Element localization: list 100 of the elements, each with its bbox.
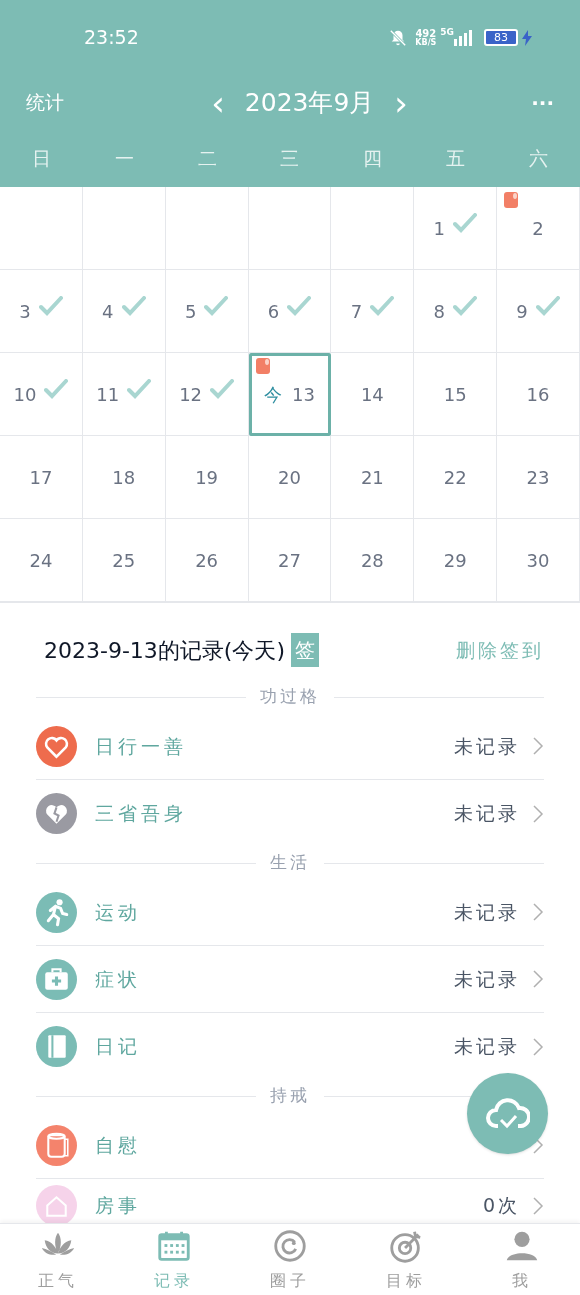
calendar-day[interactable]: 30 xyxy=(497,519,580,602)
row-value: 未记录 xyxy=(454,966,520,992)
battery-indicator: 83 xyxy=(484,29,518,46)
calendar-day[interactable]: 今 13 xyxy=(248,353,332,436)
calendar-day[interactable]: 23 xyxy=(497,436,580,519)
chevron-right-icon xyxy=(532,902,544,922)
calendar-day[interactable]: 17 xyxy=(0,436,83,519)
chevron-right-icon xyxy=(532,1036,544,1057)
day-number: 3 xyxy=(19,299,31,324)
weekday-label: 二 xyxy=(196,146,218,172)
network-type: 5G xyxy=(440,26,454,39)
calendar-day[interactable]: 28 xyxy=(331,519,415,602)
check-icon xyxy=(44,379,69,399)
chevron-right-icon xyxy=(532,969,544,989)
calendar-day[interactable]: 20 xyxy=(248,436,332,519)
check-icon xyxy=(452,213,477,233)
day-number: 29 xyxy=(443,548,467,573)
calendar-day[interactable]: 29 xyxy=(414,519,498,602)
nav-tab[interactable]: 目标 xyxy=(348,1224,464,1295)
calendar-day[interactable]: 18 xyxy=(82,436,166,519)
network-speed: 492 xyxy=(415,28,437,39)
month-title: 2023年9月 xyxy=(244,86,375,119)
row-value: 未记录 xyxy=(454,801,520,827)
calendar-day[interactable]: 19 xyxy=(165,436,249,519)
calendar-day[interactable]: 8 xyxy=(414,270,498,353)
day-number: 23 xyxy=(526,465,550,490)
day-number: 25 xyxy=(112,548,136,573)
calendar-day[interactable]: 10 xyxy=(0,353,83,436)
calendar-day[interactable]: 1 xyxy=(414,187,498,270)
day-number: 28 xyxy=(360,548,384,573)
calendar-day[interactable]: 25 xyxy=(82,519,166,602)
calendar-day[interactable]: 27 xyxy=(248,519,332,602)
weekday-label: 日 xyxy=(30,146,52,172)
calendar-day[interactable]: 2 xyxy=(497,187,580,270)
check-icon xyxy=(127,379,152,399)
row-label: 日记 xyxy=(95,1034,141,1060)
check-icon xyxy=(204,296,229,316)
row-value: 未记录 xyxy=(454,733,520,759)
day-number: 19 xyxy=(195,465,219,490)
row-value: 未记录 xyxy=(454,1034,520,1060)
calendar-day[interactable]: 6 xyxy=(248,270,332,353)
calendar-day[interactable]: 5 xyxy=(165,270,249,353)
row-label: 三省吾身 xyxy=(95,801,187,827)
row-label: 自慰 xyxy=(95,1132,141,1158)
section-title: 功过格 xyxy=(260,685,320,709)
check-icon xyxy=(287,296,312,316)
day-number: 17 xyxy=(29,465,53,490)
chevron-right-icon xyxy=(532,1195,544,1216)
chevron-right-icon xyxy=(532,803,544,824)
nav-tab[interactable]: 我 xyxy=(464,1224,580,1295)
day-number: 9 xyxy=(516,299,528,324)
row-label: 症状 xyxy=(95,966,141,992)
check-icon xyxy=(38,296,63,316)
day-number: 11 xyxy=(96,382,120,407)
section-title: 持戒 xyxy=(270,1084,310,1108)
day-number: 2 xyxy=(532,216,544,241)
weekday-label: 六 xyxy=(528,146,550,172)
row-value: 0次 xyxy=(482,1193,520,1219)
day-number: 15 xyxy=(443,382,467,407)
weekday-label: 五 xyxy=(445,146,467,172)
day-number: 22 xyxy=(443,465,467,490)
calendar-day[interactable]: 9 xyxy=(497,270,580,353)
sign-in-badge: 签 xyxy=(291,633,320,667)
check-icon xyxy=(210,379,235,399)
day-number: 13 xyxy=(292,382,315,407)
row-value: 未记录 xyxy=(454,899,520,925)
row-label: 日行一善 xyxy=(95,733,187,759)
record-date-title: 2023-9-13的记录(今天) xyxy=(44,636,286,665)
calendar-day[interactable]: 24 xyxy=(0,519,83,602)
day-number: 6 xyxy=(267,299,280,324)
nav-tab[interactable]: 正气 xyxy=(0,1224,116,1295)
day-number: 10 xyxy=(13,382,37,407)
check-icon xyxy=(370,296,395,316)
day-number: 12 xyxy=(179,382,203,407)
speed-unit: KB/S xyxy=(415,38,437,47)
calendar-day[interactable]: 12 xyxy=(165,353,249,436)
calendar-day[interactable]: 26 xyxy=(165,519,249,602)
chevron-right-icon xyxy=(532,736,544,756)
day-number: 1 xyxy=(433,216,445,241)
day-number: 24 xyxy=(29,548,53,573)
calendar-day[interactable]: 11 xyxy=(82,353,166,436)
cloud-check-icon xyxy=(485,1097,530,1130)
nav-tab[interactable]: 圈子 xyxy=(232,1224,348,1295)
calendar-day[interactable]: 21 xyxy=(331,436,415,519)
calendar-day[interactable]: 3 xyxy=(0,270,83,353)
bell-muted-icon xyxy=(389,28,408,47)
status-time: 23:52 xyxy=(84,25,139,51)
check-icon xyxy=(452,296,477,316)
calendar-day[interactable]: 22 xyxy=(414,436,498,519)
calendar-day[interactable]: 14 xyxy=(331,353,415,436)
calendar-day[interactable]: 7 xyxy=(331,270,415,353)
weekday-label: 一 xyxy=(113,146,135,172)
calendar-day[interactable]: 15 xyxy=(414,353,498,436)
day-number: 30 xyxy=(526,548,550,573)
signal-icon xyxy=(454,29,472,46)
weekday-label: 三 xyxy=(279,146,301,172)
calendar-day[interactable]: 4 xyxy=(82,270,166,353)
section-title: 生活 xyxy=(270,851,310,875)
day-number: 7 xyxy=(350,299,363,324)
calendar-day[interactable]: 16 xyxy=(497,353,580,436)
